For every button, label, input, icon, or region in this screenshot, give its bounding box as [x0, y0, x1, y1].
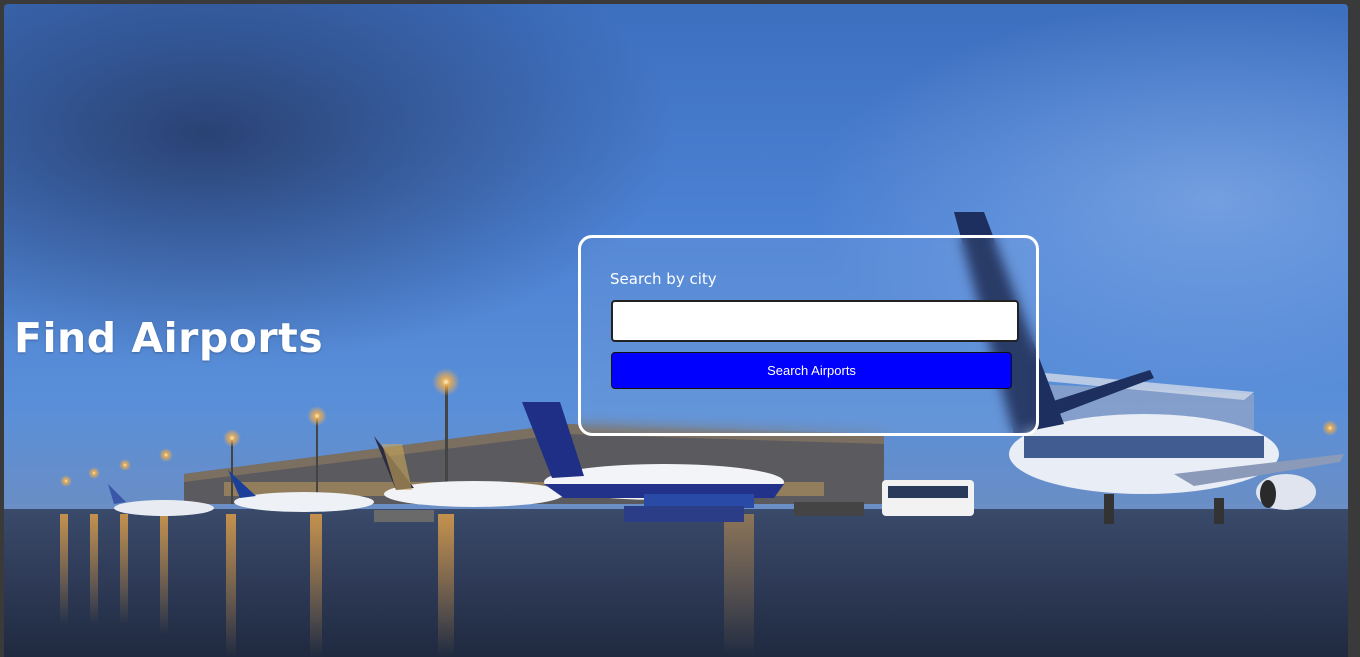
page-frame: Find Airports Search by city Search Airp…: [4, 4, 1348, 657]
search-card: Search by city Search Airports: [578, 235, 1039, 436]
page-title: Find Airports: [14, 314, 324, 362]
search-label: Search by city: [610, 270, 717, 288]
city-search-input[interactable]: [611, 300, 1019, 342]
search-airports-button[interactable]: Search Airports: [611, 352, 1012, 389]
